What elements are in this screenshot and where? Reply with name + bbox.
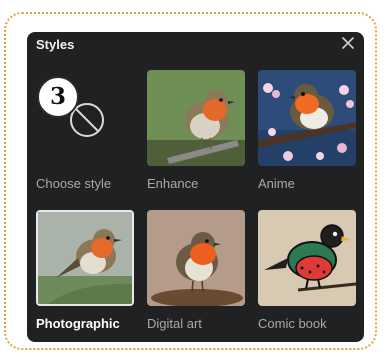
style-label-digital-art: Digital art bbox=[147, 316, 202, 331]
robin-photo-image bbox=[147, 70, 245, 166]
style-label-enhance: Enhance bbox=[147, 176, 199, 191]
close-button[interactable] bbox=[340, 35, 356, 51]
step-number-badge: 3 bbox=[37, 76, 79, 118]
style-label-comic-book: Comic book bbox=[258, 316, 327, 331]
style-label-anime: Anime bbox=[258, 176, 295, 191]
bird-comic-book-image bbox=[258, 210, 356, 306]
anime-thumbnail bbox=[258, 70, 356, 166]
comic-book-thumbnail bbox=[258, 210, 356, 306]
digital-art-thumbnail bbox=[147, 210, 245, 306]
robin-photographic-image bbox=[38, 212, 132, 304]
style-label-photographic: Photographic bbox=[36, 316, 120, 331]
robin-anime-image bbox=[258, 70, 356, 166]
photographic-thumbnail bbox=[36, 210, 134, 306]
style-label-choose-style: Choose style bbox=[36, 176, 112, 191]
robin-digital-art-image bbox=[147, 210, 245, 306]
close-icon bbox=[342, 37, 354, 49]
enhance-thumbnail bbox=[147, 70, 245, 166]
styles-dialog: Styles Choose style Enhance Anime Photog… bbox=[27, 32, 364, 342]
dialog-title: Styles bbox=[36, 37, 75, 52]
